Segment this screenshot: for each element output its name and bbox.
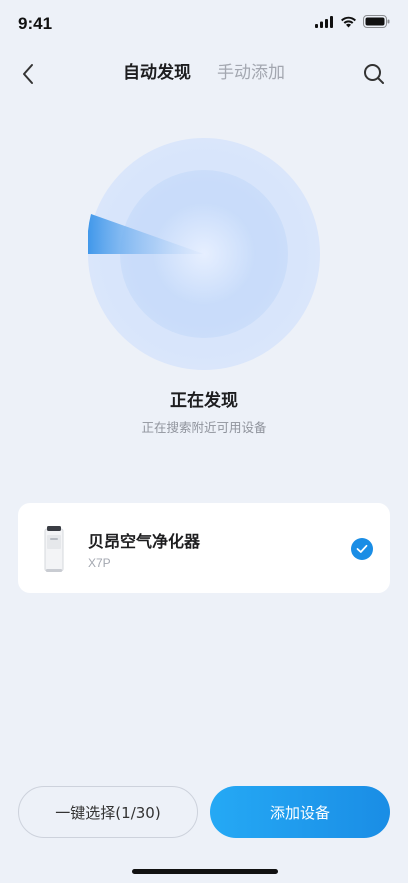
home-indicator xyxy=(132,869,278,874)
tab-auto-discover[interactable]: 自动发现 xyxy=(123,62,191,84)
air-purifier-image xyxy=(44,526,64,572)
battery-icon xyxy=(363,15,390,28)
device-model: X7P xyxy=(88,556,111,570)
signal-icon xyxy=(315,15,333,28)
search-button[interactable] xyxy=(356,56,392,92)
status-icons xyxy=(315,15,390,28)
discovery-subtitle: 正在搜索附近可用设备 xyxy=(141,420,267,435)
radar-scan-graphic xyxy=(88,138,320,370)
status-bar: 9:41 xyxy=(0,0,408,48)
select-all-button[interactable]: 一键选择(1/30) xyxy=(18,786,198,838)
radar-sweep xyxy=(88,214,204,254)
device-card[interactable]: 贝昂空气净化器 X7P xyxy=(18,503,390,593)
check-icon[interactable] xyxy=(351,538,373,560)
search-icon xyxy=(364,64,384,84)
device-name: 贝昂空气净化器 xyxy=(88,532,201,551)
add-device-button[interactable]: 添加设备 xyxy=(210,786,390,838)
tab-manual-add[interactable]: 手动添加 xyxy=(217,62,285,84)
discovery-title: 正在发现 xyxy=(170,391,238,411)
nav-bar: 自动发现 手动添加 xyxy=(0,52,408,96)
wifi-icon xyxy=(341,16,356,27)
tab-bar: 自动发现 手动添加 xyxy=(0,62,408,84)
device-discovery-screen: 9:41 自动发现 手动添加 正在发现 正在搜索附近可用设备 贝昂空气净化器 X… xyxy=(0,0,408,883)
status-time: 9:41 xyxy=(18,14,53,33)
